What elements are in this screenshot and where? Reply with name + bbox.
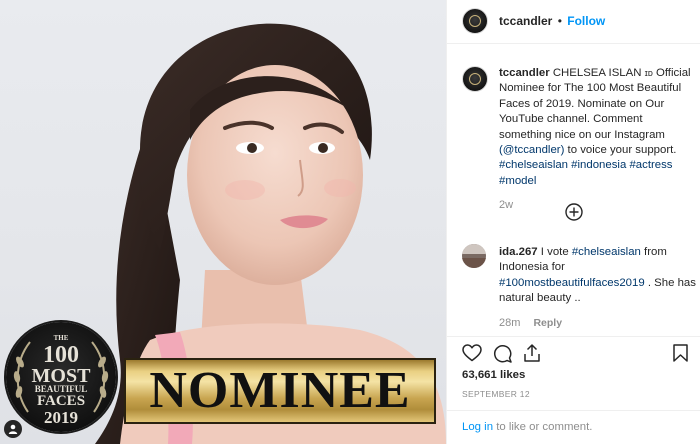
comment-username[interactable]: ida.267 — [499, 246, 538, 258]
comment-time: 28m — [499, 316, 521, 329]
login-link[interactable]: Log in — [462, 421, 493, 433]
caption-time: 2w — [499, 199, 514, 212]
caption-hashtag-model[interactable]: #model — [499, 174, 691, 189]
nominee-banner: NOMINEE — [124, 358, 436, 424]
reply-button[interactable]: Reply — [533, 317, 562, 329]
follow-button[interactable]: Follow — [567, 14, 605, 28]
header-username[interactable]: tccandler — [499, 14, 552, 28]
caption-avatar[interactable] — [462, 66, 488, 92]
caption-line-3: Faces of 2019. Nominate on Our — [499, 97, 665, 110]
caption-line-2: Nominee for The 100 Most Beautiful — [499, 82, 682, 95]
caption-line-1-end: Official — [652, 67, 691, 79]
post-date: SEPTEMBER 12 — [462, 389, 530, 399]
seal-the: THE — [53, 334, 69, 342]
comment-line-1-end: from — [640, 246, 667, 258]
login-prompt: Log in to like or comment. — [462, 421, 592, 433]
author-avatar[interactable] — [462, 8, 488, 34]
comment-hashtag-2[interactable]: #100mostbeautifulfaces2019 — [499, 277, 645, 289]
comment-line-1: I vote — [537, 246, 572, 258]
seal-year: 2019 — [44, 408, 78, 427]
caption-line-5: something nice on our Instagram — [499, 128, 665, 141]
login-prompt-text: to like or comment. — [493, 421, 593, 433]
seal-number: 100 — [43, 342, 79, 368]
caption-line-4: YouTube channel. Comment — [499, 113, 643, 126]
likes-count[interactable]: 63,661 likes — [462, 369, 525, 381]
actions-divider — [447, 336, 700, 337]
caption-line-6: to voice your support. — [564, 144, 677, 157]
comment-line-4: natural beauty .. — [499, 292, 581, 305]
nominee-text: NOMINEE — [149, 362, 411, 419]
comment-line-2: Indonesia for — [499, 261, 565, 274]
login-divider — [447, 410, 700, 411]
plus-circle-icon[interactable] — [565, 203, 583, 226]
caption-id-mark: ɪᴅ — [644, 68, 653, 78]
profile-icon[interactable] — [4, 420, 22, 438]
header-divider — [447, 43, 700, 44]
heart-icon[interactable] — [462, 344, 482, 367]
award-seal-logo: THE 100 MOST BEAUTIFUL FACES 2019 — [6, 322, 116, 432]
commenter-avatar[interactable] — [462, 244, 486, 268]
comment-hashtag[interactable]: #chelseaislan — [572, 246, 641, 258]
post-sidebar: tccandler • Follow tccandler CHELSEA ISL… — [446, 0, 700, 444]
seal-faces: FACES — [36, 393, 86, 409]
person-glyph — [8, 424, 18, 434]
comment-line-3: . She has — [644, 276, 696, 289]
caption-line-1: CHELSEA ISLAN — [552, 67, 645, 79]
caption-text: tccandler CHELSEA ISLAN ɪᴅ Official Nomi… — [499, 66, 691, 211]
comment-text: ida.267 I vote #chelseaislan from Indone… — [499, 245, 696, 329]
caption-hashtags[interactable]: #chelseaislan #indonesia #actress — [499, 158, 691, 173]
bookmark-icon[interactable] — [673, 344, 688, 367]
share-icon[interactable] — [523, 344, 541, 367]
seal-most: MOST — [31, 365, 91, 387]
header-separator: • — [557, 14, 562, 28]
post-photo[interactable]: THE 100 MOST BEAUTIFUL FACES 2019 NOMINE… — [0, 0, 446, 444]
caption-mention[interactable]: (@tccandler) — [499, 144, 564, 156]
caption-username[interactable]: tccandler — [499, 67, 550, 79]
comment-icon[interactable] — [493, 344, 512, 368]
